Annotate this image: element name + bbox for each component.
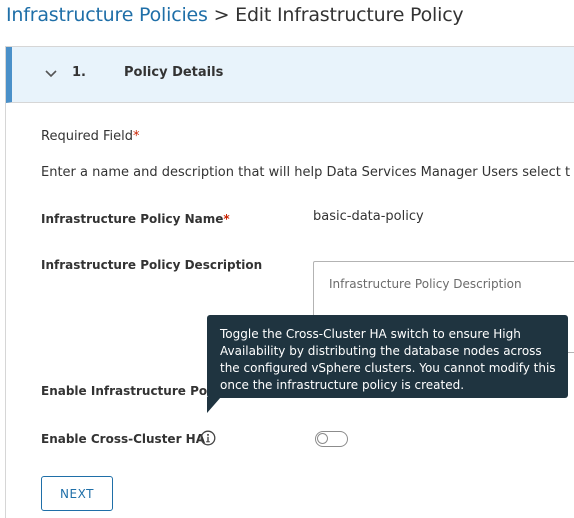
info-icon[interactable]	[200, 430, 216, 446]
chevron-down-icon[interactable]	[44, 67, 58, 81]
enable-cross-cluster-ha-label: Enable Cross-Cluster HA	[41, 432, 205, 446]
policy-name-value[interactable]: basic-data-policy	[313, 209, 424, 224]
step-number: 1.	[72, 65, 86, 80]
intro-text: Enter a name and description that will h…	[41, 165, 571, 180]
step-title: Policy Details	[124, 65, 224, 80]
toggle-knob	[317, 433, 328, 444]
policy-name-label: Infrastructure Policy Name*	[41, 212, 230, 226]
policy-name-required-asterisk: *	[223, 212, 230, 226]
enable-policy-label: Enable Infrastructure Policy	[41, 384, 231, 398]
next-button[interactable]: NEXT	[41, 476, 113, 511]
required-field-label: Required Field	[41, 129, 133, 144]
policy-description-label: Infrastructure Policy Description	[41, 258, 263, 272]
required-field-note: Required Field*	[41, 129, 140, 144]
page-title: Edit Infrastructure Policy	[235, 4, 464, 26]
cross-cluster-ha-toggle[interactable]	[315, 431, 348, 447]
cross-cluster-ha-tooltip: Toggle the Cross-Cluster HA switch to en…	[207, 315, 568, 398]
required-asterisk: *	[133, 129, 140, 144]
policy-name-label-text: Infrastructure Policy Name	[41, 212, 224, 226]
tooltip-arrow	[207, 397, 221, 413]
breadcrumb-link-infrastructure-policies[interactable]: Infrastructure Policies	[6, 4, 208, 26]
breadcrumb-separator: >	[207, 4, 236, 26]
step-header-policy-details[interactable]: 1. Policy Details	[6, 47, 574, 103]
breadcrumb: Infrastructure Policies > Edit Infrastru…	[6, 4, 464, 26]
